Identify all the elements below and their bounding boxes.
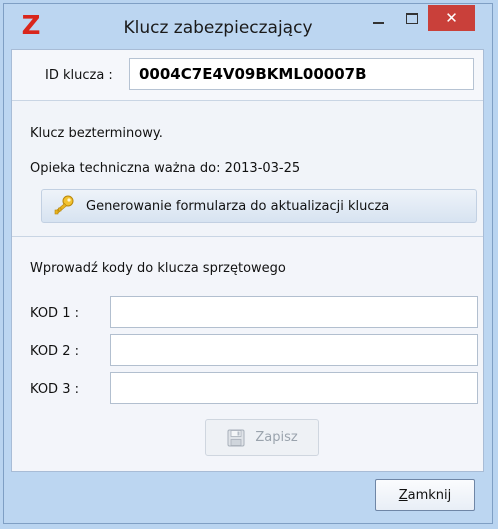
save-button[interactable]: Zapisz bbox=[205, 419, 319, 456]
license-type-text: Klucz bezterminowy. bbox=[30, 126, 163, 141]
code-3-label: KOD 3 : bbox=[30, 382, 79, 397]
dialog-footer: Zamknij bbox=[11, 473, 484, 517]
code-2-label: KOD 2 : bbox=[30, 344, 79, 359]
code-3-input[interactable] bbox=[110, 372, 478, 404]
close-window-button[interactable]: ✕ bbox=[428, 5, 475, 31]
key-id-label: ID klucza : bbox=[45, 68, 113, 83]
close-icon: ✕ bbox=[445, 8, 458, 27]
codes-heading: Wprowadź kody do klucza sprzętowego bbox=[30, 261, 286, 276]
key-id-row: ID klucza : 0004C7E4V09BKML00007B bbox=[12, 50, 483, 101]
minimize-button[interactable] bbox=[362, 5, 394, 32]
license-info-section: Klucz bezterminowy. Opieka techniczna wa… bbox=[12, 101, 483, 237]
generate-button-label: Generowanie formularza do aktualizacji k… bbox=[86, 198, 390, 214]
maximize-icon bbox=[406, 13, 418, 24]
maximize-button[interactable] bbox=[396, 5, 428, 32]
minimize-icon bbox=[372, 21, 384, 24]
dialog-window: Z Klucz zabezpieczający ✕ ID klucza : 00… bbox=[3, 3, 493, 524]
disk-icon bbox=[227, 429, 245, 446]
close-button-label: amknij bbox=[407, 487, 452, 503]
key-icon bbox=[54, 195, 74, 215]
code-1-label: KOD 1 : bbox=[30, 306, 79, 321]
generate-update-form-button[interactable]: Generowanie formularza do aktualizacji k… bbox=[41, 189, 477, 223]
codes-section: Wprowadź kody do klucza sprzętowego KOD … bbox=[12, 237, 483, 471]
support-validity-text: Opieka techniczna ważna do: 2013-03-25 bbox=[30, 161, 301, 176]
code-1-input[interactable] bbox=[110, 296, 478, 328]
close-dialog-button[interactable]: Zamknij bbox=[375, 479, 475, 511]
dialog-content: ID klucza : 0004C7E4V09BKML00007B Klucz … bbox=[11, 49, 484, 472]
title-bar[interactable]: Z Klucz zabezpieczający ✕ bbox=[4, 4, 492, 49]
key-id-value[interactable]: 0004C7E4V09BKML00007B bbox=[129, 58, 474, 90]
code-2-input[interactable] bbox=[110, 334, 478, 366]
close-button-mnemonic: Z bbox=[398, 487, 408, 503]
save-button-label: Zapisz bbox=[255, 430, 298, 445]
